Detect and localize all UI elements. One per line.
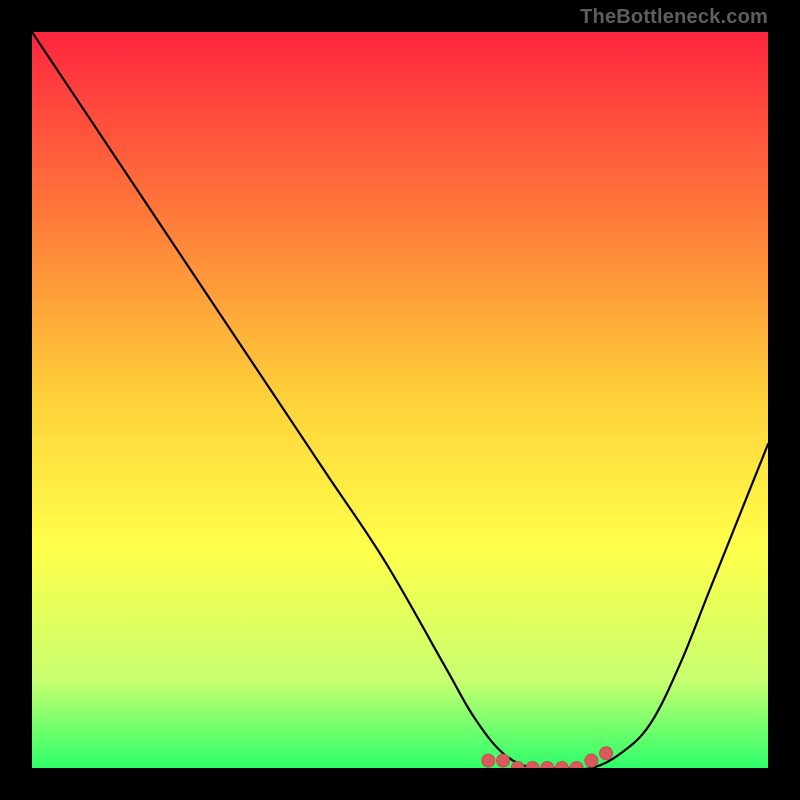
trough-marker	[585, 754, 598, 767]
trough-marker	[497, 754, 510, 767]
gradient-background	[32, 32, 768, 768]
watermark-text: TheBottleneck.com	[580, 6, 768, 29]
trough-marker	[600, 747, 613, 760]
chart-stage: TheBottleneck.com	[0, 0, 800, 800]
chart-plot-area	[32, 32, 768, 768]
chart-svg	[32, 32, 768, 768]
trough-marker	[482, 754, 495, 767]
